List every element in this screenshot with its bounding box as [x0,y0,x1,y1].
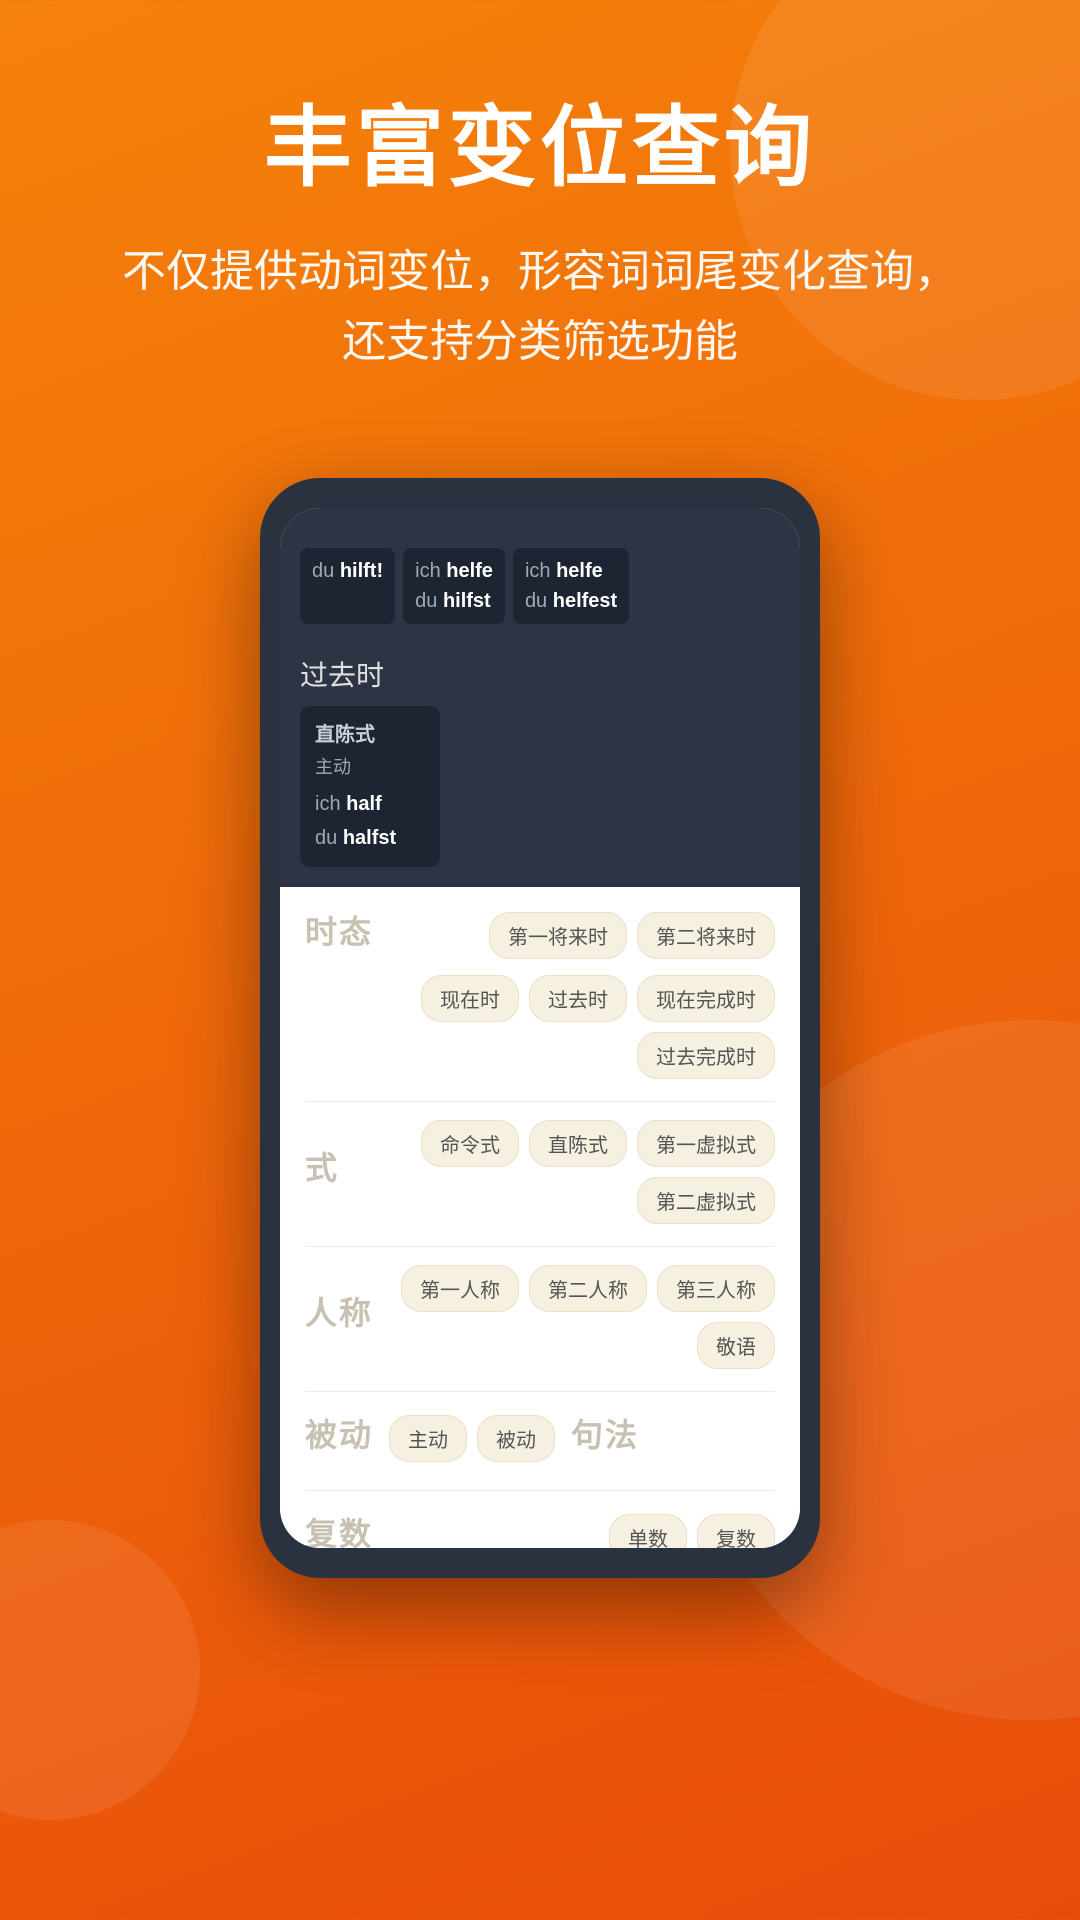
voice-tag-passive[interactable]: 被动 [477,1415,555,1462]
person-tag-second[interactable]: 第二人称 [529,1265,647,1312]
subtitle: 不仅提供动词变位，形容词词尾变化查询， 还支持分类筛选功能 [0,237,1080,378]
person-tags: 第一人称 第二人称 第三人称 敬语 [385,1265,775,1369]
form-2-verb: halfst [343,827,396,849]
conj-forms: ich half du halfst [315,787,425,855]
conj-mode-label: 直陈式 [315,718,425,747]
tense-tags-row2: 现在时 过去时 现在完成时 过去完成时 [305,975,775,1079]
voice-tags: 主动 被动 [389,1415,555,1462]
tense-label: 时态 [305,907,373,953]
phone-screen: du hilft! ich helfe du hilfst ich helfe … [280,508,800,1548]
voice-label: 被动 [305,1410,373,1456]
divider-1 [305,1101,775,1102]
conjugation-box: 直陈式 主动 ich half du halfst [300,706,440,867]
number-label: 复数 [305,1509,373,1548]
subtitle-line2: 还支持分类筛选功能 [342,317,738,366]
tense-tag-present[interactable]: 现在时 [421,975,519,1022]
mode-tags: 命令式 直陈式 第一虚拟式 第二虚拟式 [351,1120,775,1224]
tooltip-2-verb2: hilfst [443,590,491,612]
number-tags: 单数 复数 [385,1514,775,1548]
past-tense-section: 过去时 直陈式 主动 ich half du halfst [280,639,800,887]
tense-filter-group: 时态 第一将来时 第二将来时 现在时 过去时 现在完成时 过去完成时 [305,907,775,1079]
number-filter-group: 复数 单数 复数 [305,1509,775,1548]
tense-tag-past[interactable]: 过去时 [529,975,627,1022]
tooltip-card-3: ich helfe du helfest [513,548,629,624]
number-tag-singular[interactable]: 单数 [609,1514,687,1548]
tooltip-3-pronoun2: du [525,590,553,612]
tooltip-2-pronoun2: du [415,590,443,612]
tense-tag-second-future[interactable]: 第二将来时 [637,912,775,959]
mode-filter-group: 式 命令式 直陈式 第一虚拟式 第二虚拟式 [305,1120,775,1224]
form-1-pronoun: ich [315,793,346,815]
tooltip-2-verb1: helfe [446,560,493,582]
tooltip-3-verb2: helfest [553,590,617,612]
person-tag-third[interactable]: 第三人称 [657,1265,775,1312]
divider-3 [305,1391,775,1392]
tense-tag-first-future[interactable]: 第一将来时 [489,912,627,959]
tooltip-card-1: du hilft! [300,548,395,624]
mode-tag-subjunctive1[interactable]: 第一虚拟式 [637,1120,775,1167]
tooltip-3-pronoun1: ich [525,560,556,582]
conj-voice-label: 主动 [315,753,425,779]
tense-tags-row1: 第一将来时 第二将来时 [385,912,775,959]
mode-tag-indicative[interactable]: 直陈式 [529,1120,627,1167]
voice-syntax-row: 被动 主动 被动 句法 [305,1410,775,1468]
number-tag-plural[interactable]: 复数 [697,1514,775,1548]
filter-section: 时态 第一将来时 第二将来时 现在时 过去时 现在完成时 过去完成时 [280,887,800,1548]
mode-tag-subjunctive2[interactable]: 第二虚拟式 [637,1177,775,1224]
divider-2 [305,1246,775,1247]
person-filter-group: 人称 第一人称 第二人称 第三人称 敬语 [305,1265,775,1369]
screen-top: du hilft! ich helfe du hilfst ich helfe … [280,508,800,639]
person-tag-first[interactable]: 第一人称 [401,1265,519,1312]
syntax-label: 句法 [571,1410,639,1456]
tooltip-3-verb1: helfe [556,560,603,582]
divider-4 [305,1490,775,1491]
tooltip-2-pronoun1: ich [415,560,446,582]
person-tag-polite[interactable]: 敬语 [697,1322,775,1369]
tooltip-1-pronoun: du [312,560,340,582]
tooltip-1-verb: hilft! [340,560,383,582]
mode-label: 式 [305,1143,339,1189]
past-tense-label: 过去时 [300,654,780,694]
tooltip-row: du hilft! ich helfe du hilfst ich helfe … [300,548,780,639]
mode-tag-imperative[interactable]: 命令式 [421,1120,519,1167]
tense-tag-past-perfect[interactable]: 过去完成时 [637,1032,775,1079]
subtitle-line1: 不仅提供动词变位，形容词词尾变化查询， [122,247,958,296]
tense-tag-perfect[interactable]: 现在完成时 [637,975,775,1022]
tooltip-card-2: ich helfe du hilfst [403,548,505,624]
phone-mockup: du hilft! ich helfe du hilfst ich helfe … [260,478,820,1578]
form-1-verb: half [346,793,382,815]
voice-tag-active[interactable]: 主动 [389,1415,467,1462]
form-2-pronoun: du [315,827,343,849]
person-label: 人称 [305,1288,373,1334]
